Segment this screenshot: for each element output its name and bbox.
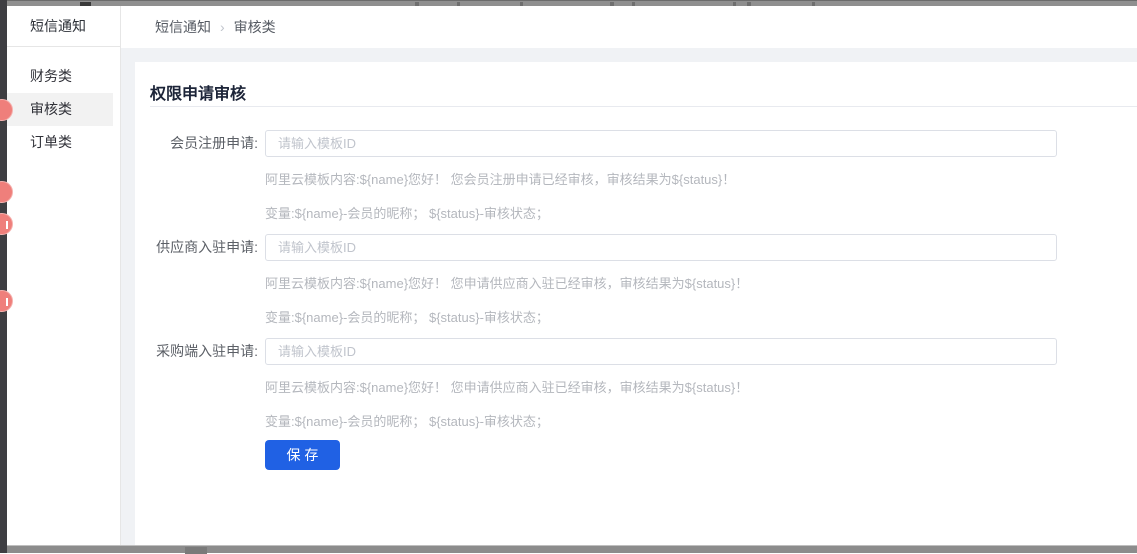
form-row-purchaser-entry: 采购端入驻申请: 阿里云模板内容:${name}您好！ 您申请供应商入驻已经审核… — [135, 338, 1137, 438]
browser-edge-mark — [733, 2, 736, 6]
template-helper-text: 阿里云模板内容:${name}您好！ 您申请供应商入驻已经审核，审核结果为${s… — [265, 273, 748, 292]
sidebar-item-finance[interactable]: 财务类 — [7, 60, 113, 93]
sidebar-title: 短信通知 — [7, 6, 120, 47]
template-helper-text: 阿里云模板内容:${name}您好！ 您申请供应商入驻已经审核，审核结果为${s… — [265, 377, 748, 396]
browser-edge-mark — [457, 2, 460, 6]
field-label: 供应商入驻申请: — [135, 234, 258, 261]
sidebar-item-order[interactable]: 订单类 — [7, 126, 113, 159]
variables-helper-text: 变量:${name}-会员的昵称； ${status}-审核状态； — [265, 203, 549, 222]
browser-edge-strip — [0, 0, 1137, 6]
content-card: 权限申请审核 会员注册申请: 阿里云模板内容:${name}您好！ 您会员注册申… — [135, 62, 1137, 546]
chevron-right-icon: › — [220, 19, 225, 35]
annotation-dot-mark — [6, 221, 8, 229]
browser-edge-mark — [812, 2, 815, 6]
field-label: 会员注册申请: — [135, 130, 258, 157]
sidebar-menu: 财务类 审核类 订单类 — [7, 47, 120, 159]
form-row-supplier-entry: 供应商入驻申请: 阿里云模板内容:${name}您好！ 您申请供应商入驻已经审核… — [135, 234, 1137, 334]
browser-edge-mark — [520, 2, 523, 6]
template-helper-text: 阿里云模板内容:${name}您好！ 您会员注册申请已经审核，审核结果为${st… — [265, 169, 735, 188]
template-id-input[interactable] — [265, 338, 1057, 365]
title-divider — [150, 106, 1137, 107]
field-label: 采购端入驻申请: — [135, 338, 258, 365]
template-id-input[interactable] — [265, 130, 1057, 157]
page-title: 权限申请审核 — [150, 80, 246, 104]
browser-edge-mark — [632, 2, 635, 6]
browser-edge-mark — [80, 2, 91, 6]
window-edge-bar — [0, 0, 7, 553]
breadcrumb-bar: 短信通知 › 审核类 — [121, 6, 1137, 48]
save-button[interactable]: 保 存 — [265, 440, 340, 470]
template-id-input[interactable] — [265, 234, 1057, 261]
variables-helper-text: 变量:${name}-会员的昵称； ${status}-审核状态； — [265, 411, 549, 430]
browser-edge-mark — [610, 2, 614, 6]
form-row-member-register: 会员注册申请: 阿里云模板内容:${name}您好！ 您会员注册申请已经审核，审… — [135, 130, 1137, 230]
sidebar: 短信通知 财务类 审核类 订单类 — [7, 6, 121, 546]
content-background: 权限申请审核 会员注册申请: 阿里云模板内容:${name}您好！ 您会员注册申… — [121, 48, 1137, 546]
horizontal-scrollbar[interactable] — [0, 545, 1137, 553]
browser-edge-mark — [747, 2, 751, 6]
variables-helper-text: 变量:${name}-会员的昵称； ${status}-审核状态； — [265, 307, 549, 326]
browser-edge-mark — [415, 2, 419, 6]
annotation-dot-mark — [6, 298, 8, 306]
breadcrumb-item-sms[interactable]: 短信通知 — [155, 17, 211, 37]
sidebar-item-audit[interactable]: 审核类 — [7, 93, 113, 126]
breadcrumb-item-audit: 审核类 — [234, 17, 276, 37]
